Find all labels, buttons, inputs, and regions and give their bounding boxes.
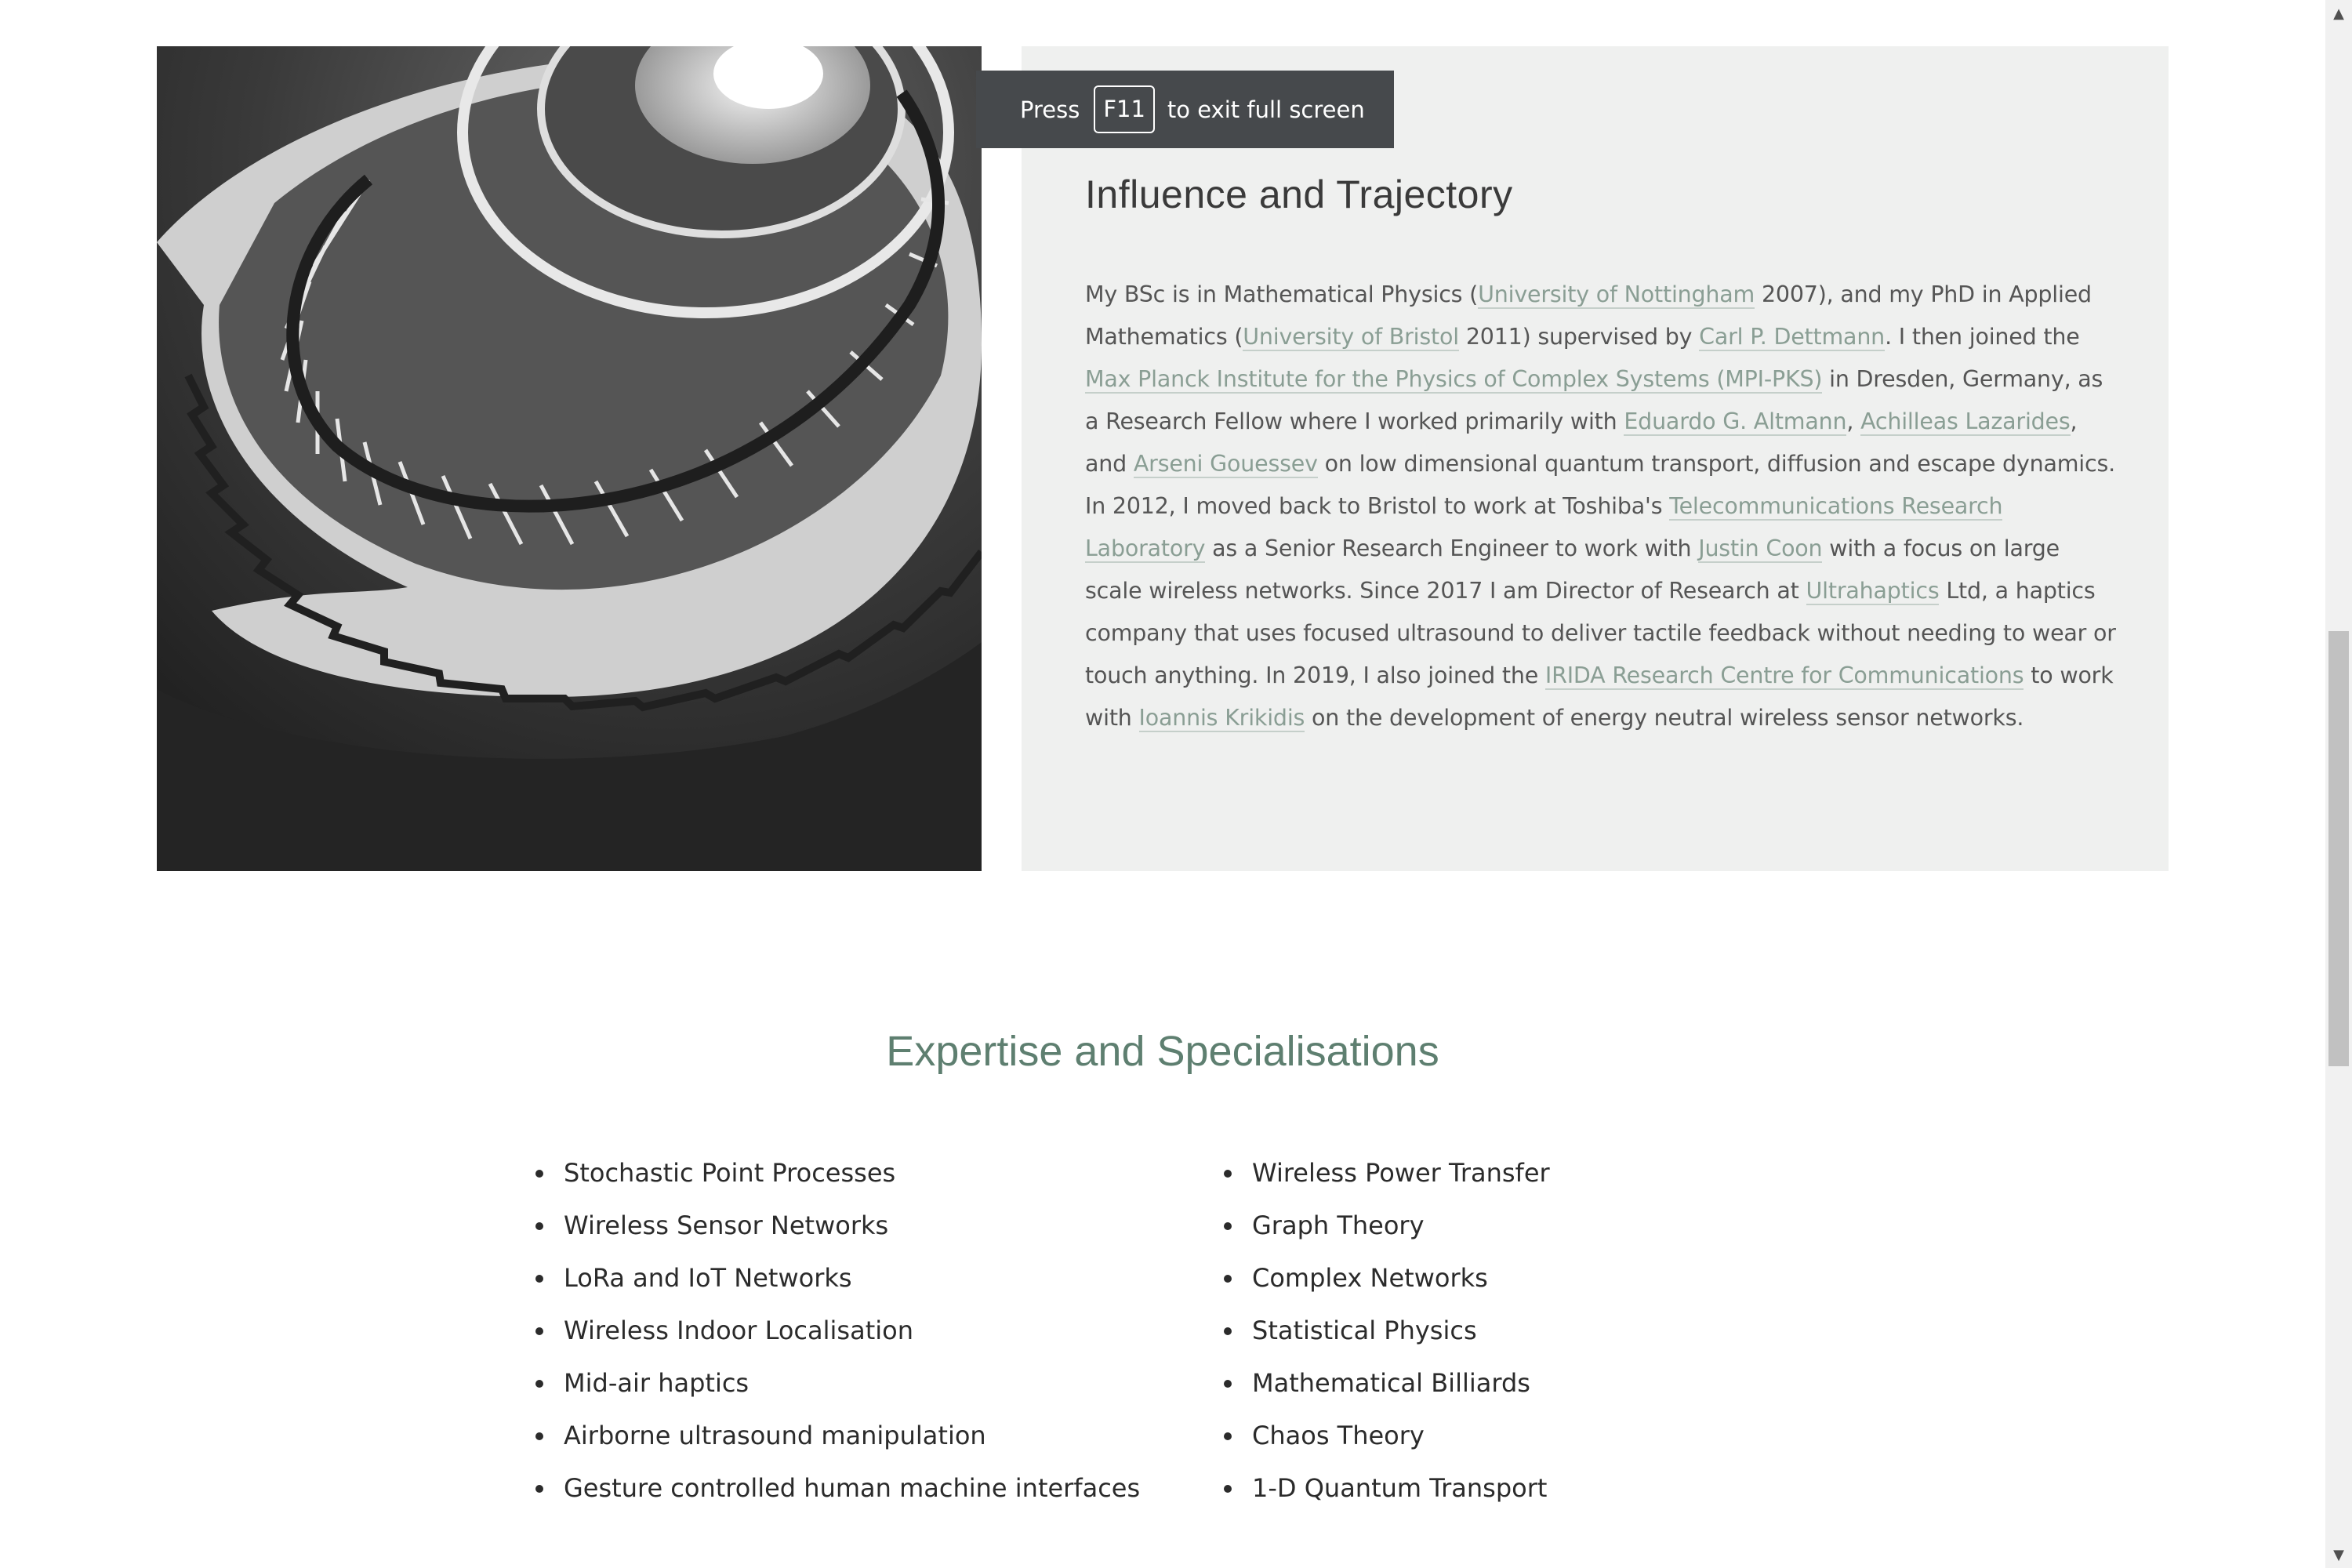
bio-text: My BSc is in Mathematical Physics ( xyxy=(1085,281,1479,307)
bio-link[interactable]: Carl P. Dettmann xyxy=(1699,324,1885,351)
list-item: Airborne ultrasound manipulation xyxy=(535,1414,1140,1466)
bio-text: on the development of energy neutral wir… xyxy=(1305,705,2024,731)
bio-link[interactable]: Arseni Gouessev xyxy=(1133,451,1318,478)
bio-paragraph: My BSc is in Mathematical Physics (Unive… xyxy=(1085,274,2120,739)
section-heading: Influence and Trajectory xyxy=(1085,172,1513,216)
spiral-staircase-photo xyxy=(157,46,982,871)
list-item: Wireless Sensor Networks xyxy=(535,1203,1140,1256)
list-item: Complex Networks xyxy=(1224,1256,1550,1308)
list-item: Graph Theory xyxy=(1224,1203,1550,1256)
expertise-title: Expertise and Specialisations xyxy=(886,1028,1439,1075)
bio-text: as a Senior Research Engineer to work wi… xyxy=(1205,535,1699,561)
list-item: Wireless Power Transfer xyxy=(1224,1151,1550,1203)
bio-text: . I then joined the xyxy=(1885,324,2080,350)
bio-text: , xyxy=(1846,408,1861,434)
list-item: Gesture controlled human machine interfa… xyxy=(535,1466,1140,1519)
bio-link[interactable]: Justin Coon xyxy=(1698,535,1823,563)
bio-text: 2011) supervised by xyxy=(1458,324,1700,350)
bio-link[interactable]: Ultrahaptics xyxy=(1806,578,1940,605)
expertise-list-left: Stochastic Point Processes Wireless Sens… xyxy=(535,1151,1140,1519)
vertical-scrollbar[interactable]: ▲ ▼ xyxy=(2325,0,2352,1568)
toast-press-text: Press xyxy=(1020,96,1080,123)
expertise-list-right: Wireless Power Transfer Graph Theory Com… xyxy=(1224,1151,1550,1519)
bio-link[interactable]: Achilleas Lazarides xyxy=(1860,408,2071,436)
bio-link[interactable]: University of Bristol xyxy=(1243,324,1459,351)
bio-link[interactable]: Ioannis Krikidis xyxy=(1138,705,1305,732)
page: Influence and Trajectory My BSc is in Ma… xyxy=(0,0,2325,1568)
list-item: Wireless Indoor Localisation xyxy=(535,1308,1140,1361)
arrow-down-icon[interactable]: ▼ xyxy=(2325,1541,2352,1568)
list-item: Chaos Theory xyxy=(1224,1414,1550,1466)
list-item: LoRa and IoT Networks xyxy=(535,1256,1140,1308)
list-item: Statistical Physics xyxy=(1224,1308,1550,1361)
bio-link[interactable]: Eduardo G. Altmann xyxy=(1624,408,1847,436)
fullscreen-toast: Press F11 to exit full screen xyxy=(976,71,1394,148)
arrow-up-icon[interactable]: ▲ xyxy=(2325,0,2352,27)
toast-rest-text: to exit full screen xyxy=(1167,96,1365,123)
list-item: Stochastic Point Processes xyxy=(535,1151,1140,1203)
bio-link[interactable]: University of Nottingham xyxy=(1478,281,1755,309)
list-item: Mathematical Billiards xyxy=(1224,1361,1550,1414)
bio-link[interactable]: Max Planck Institute for the Physics of … xyxy=(1085,366,1822,394)
scrollbar-thumb[interactable] xyxy=(2328,631,2349,1067)
about-panel: Influence and Trajectory My BSc is in Ma… xyxy=(1022,46,2169,871)
bio-link[interactable]: IRIDA Research Centre for Communications xyxy=(1544,662,2024,690)
f11-key: F11 xyxy=(1094,85,1155,133)
list-item: 1-D Quantum Transport xyxy=(1224,1466,1550,1519)
list-item: Mid-air haptics xyxy=(535,1361,1140,1414)
